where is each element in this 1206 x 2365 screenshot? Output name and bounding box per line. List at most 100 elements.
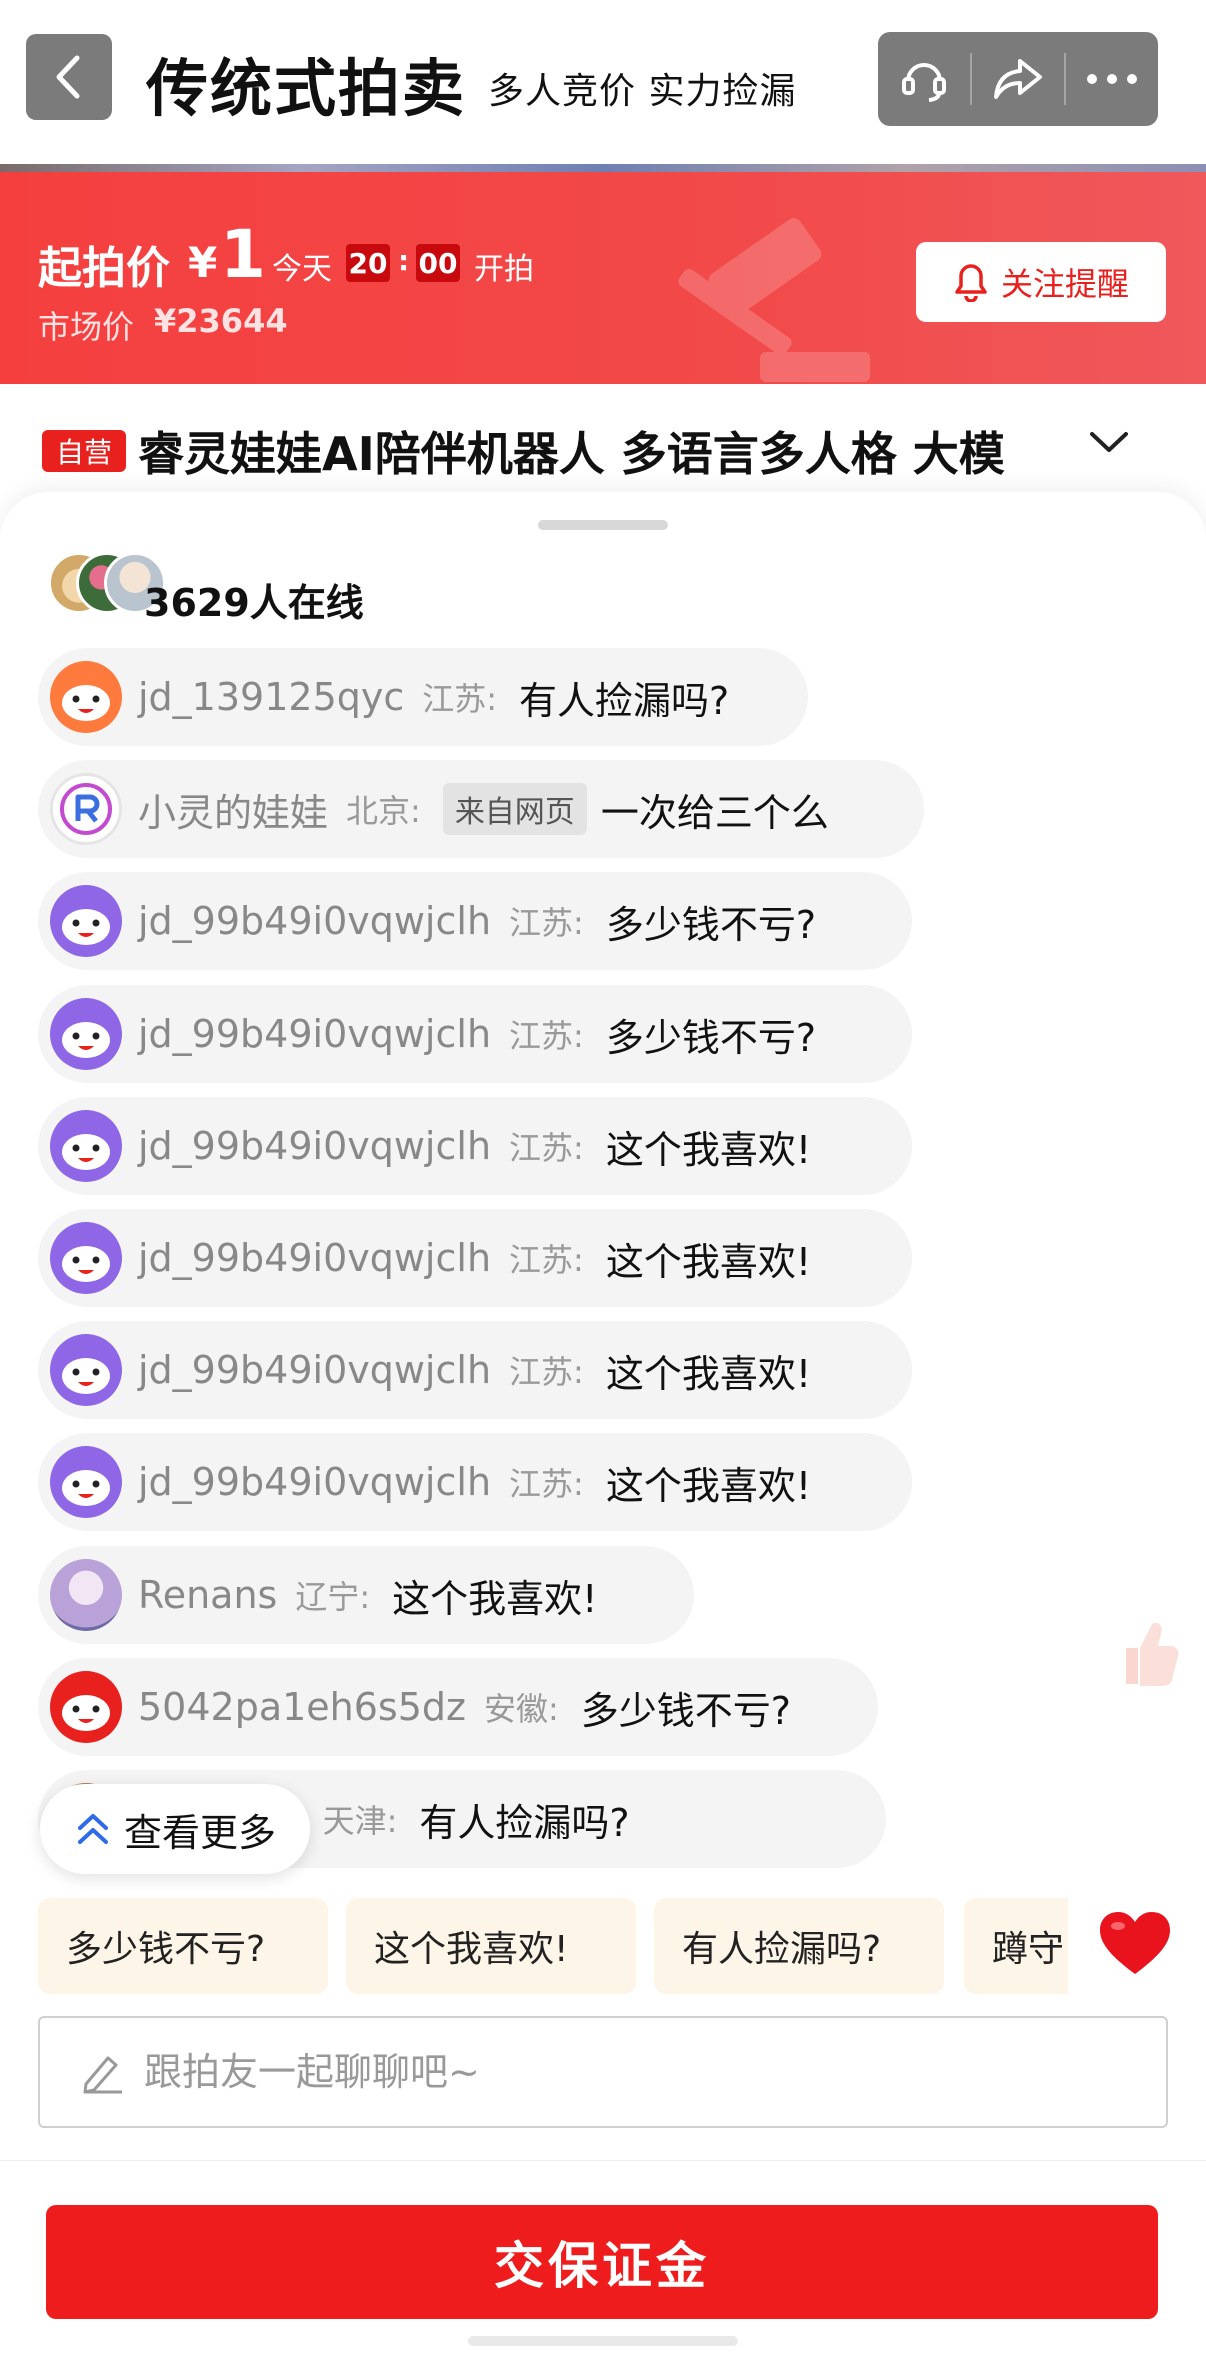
chat-username: jd_99b49i0vqwjclh [138,899,492,943]
chat-text: 这个我喜欢! [605,1463,812,1508]
avatar[interactable] [50,773,122,845]
start-open-label: 开拍 [474,252,534,287]
quick-reply-chip[interactable]: 多少钱不亏? [38,1898,328,1994]
chat-message: jd_99b49i0vqwjclh 江苏: 多少钱不亏? [38,985,912,1083]
pencil-icon [83,2056,122,2094]
chat-message: jd_99b49i0vqwjclh 江苏: 这个我喜欢! [38,1433,912,1531]
bell-icon [955,264,987,302]
chat-username: jd_99b49i0vqwjclh [138,1124,492,1168]
chat-username: jd_99b49i0vqwjclh [138,1460,492,1504]
heart-like-button[interactable] [1098,1910,1172,1976]
see-more-label: 查看更多 [123,1810,276,1855]
avatar[interactable] [50,661,122,733]
mascot-face-icon [62,1246,110,1282]
chat-text: 多少钱不亏? [605,1015,816,1060]
drag-handle[interactable] [538,520,668,530]
chat-text: 有人捡漏吗? [519,678,730,723]
avatar[interactable] [50,885,122,957]
chat-region: 北京: [346,792,421,830]
headset-icon [902,63,946,102]
page-subtitle: 多人竞价 实力捡漏 [488,71,797,112]
chat-message: jd_99b49i0vqwjclh 江苏: 这个我喜欢! [38,1097,912,1195]
avatar[interactable] [50,1334,122,1406]
product-title: 睿灵娃娃AI陪伴机器人 多语言多人格 大模 [138,427,1005,481]
avatar[interactable] [50,1559,122,1631]
share-arrow-icon [994,59,1042,99]
chat-text: 这个我喜欢! [605,1239,812,1284]
start-price-currency: ¥ [188,238,218,287]
see-more-button[interactable]: 查看更多 [40,1784,310,1874]
online-count: 3629人在线 [144,581,364,625]
more-button[interactable] [1066,32,1158,126]
mascot-face-icon [62,1022,110,1058]
follow-reminder-button[interactable]: 关注提醒 [916,242,1166,322]
chevron-left-icon [56,55,80,99]
time-separator: : [398,244,410,277]
quick-reply-row: 多少钱不亏? 这个我喜欢! 有人捡漏吗? 蹲守 [38,1898,1068,1994]
chat-text: 这个我喜欢! [605,1127,812,1172]
chat-username: jd_139125qyc [138,675,405,719]
share-button[interactable] [972,32,1064,126]
chat-region: 江苏: [509,1017,584,1055]
customer-service-button[interactable] [878,32,970,126]
avatar[interactable] [50,1222,122,1294]
chat-region: 江苏: [509,1241,584,1279]
chat-message: Renans 辽宁: 这个我喜欢! [38,1546,694,1644]
chat-message: jd_99b49i0vqwjclh 江苏: 多少钱不亏? [38,872,912,970]
chat-message: 5042pa1eh6s5dz 安徽: 多少钱不亏? [38,1658,878,1756]
price-banner: 起拍价 ¥ 1 今天 20 : 00 开拍 市场价 ¥23644 关注提醒 [0,172,1206,384]
quick-reply-chip[interactable]: 蹲守 [964,1898,1068,1994]
self-operated-badge: 自营 [42,430,126,472]
chat-region: 江苏: [509,1129,584,1167]
chat-region: 江苏: [422,680,498,718]
chat-text: 这个我喜欢! [605,1351,812,1396]
double-chevron-up-icon [77,1814,108,1844]
market-price-label: 市场价 [38,308,135,346]
more-dots-icon [1087,74,1137,84]
avatar[interactable] [50,1671,122,1743]
pay-deposit-button[interactable]: 交保证金 [46,2205,1158,2319]
thumbs-up-icon [1126,1622,1179,1686]
chat-text: 这个我喜欢! [392,1576,598,1621]
auction-hammer-icon [678,218,870,382]
start-hour: 20 [346,244,390,282]
chat-region: 江苏: [509,1465,584,1503]
chat-username: 5042pa1eh6s5dz [138,1685,466,1729]
bottom-action-bar: 交保证金 [0,2160,1206,2365]
chat-message: 小灵的娃娃 北京: 来自网页 一次给三个么 [38,760,924,858]
avatar[interactable] [50,1446,122,1518]
header-action-group [878,32,1158,126]
avatar[interactable] [50,998,122,1070]
source-badge: 来自网页 [442,783,587,835]
chat-message: jd_99b49i0vqwjclh 江苏: 这个我喜欢! [38,1209,912,1307]
chat-region: 辽宁: [295,1578,371,1616]
chat-text: 多少钱不亏? [580,1688,791,1733]
home-indicator [468,2336,738,2346]
avatar[interactable] [50,1110,122,1182]
start-price-value: 1 [220,216,266,293]
quick-reply-chip[interactable]: 有人捡漏吗? [654,1898,944,1994]
chat-message: jd_99b49i0vqwjclh 江苏: 这个我喜欢! [38,1321,912,1419]
chat-region: 安徽: [483,1690,559,1728]
chat-input[interactable] [144,2050,1144,2094]
top-nav-bar: 传统式拍卖 多人竞价 实力捡漏 [0,0,1206,174]
chat-username: jd_99b49i0vqwjclh [138,1236,492,1280]
follow-reminder-label: 关注提醒 [1000,265,1129,303]
chat-region: 江苏: [509,904,584,942]
chat-username: jd_99b49i0vqwjclh [138,1012,492,1056]
chat-input-box[interactable] [38,2016,1168,2128]
mascot-face-icon [62,685,110,721]
mascot-face-icon [62,1358,110,1394]
product-title-row[interactable]: 自营 睿灵娃娃AI陪伴机器人 多语言多人格 大模 [0,384,1206,504]
page-title: 传统式拍卖 [146,52,467,125]
chat-username: 小灵的娃娃 [138,790,329,835]
quick-reply-chip[interactable]: 这个我喜欢! [346,1898,636,1994]
back-button[interactable] [26,34,112,120]
chat-message: jd_139125qyc 江苏: 有人捡漏吗? [38,648,808,746]
mascot-face-icon [62,1470,110,1506]
chevron-down-icon[interactable] [1088,428,1130,458]
r-logo-icon [60,783,112,835]
mascot-face-icon [62,1695,110,1731]
start-price-label: 起拍价 [38,243,170,294]
start-minute: 00 [416,244,460,282]
